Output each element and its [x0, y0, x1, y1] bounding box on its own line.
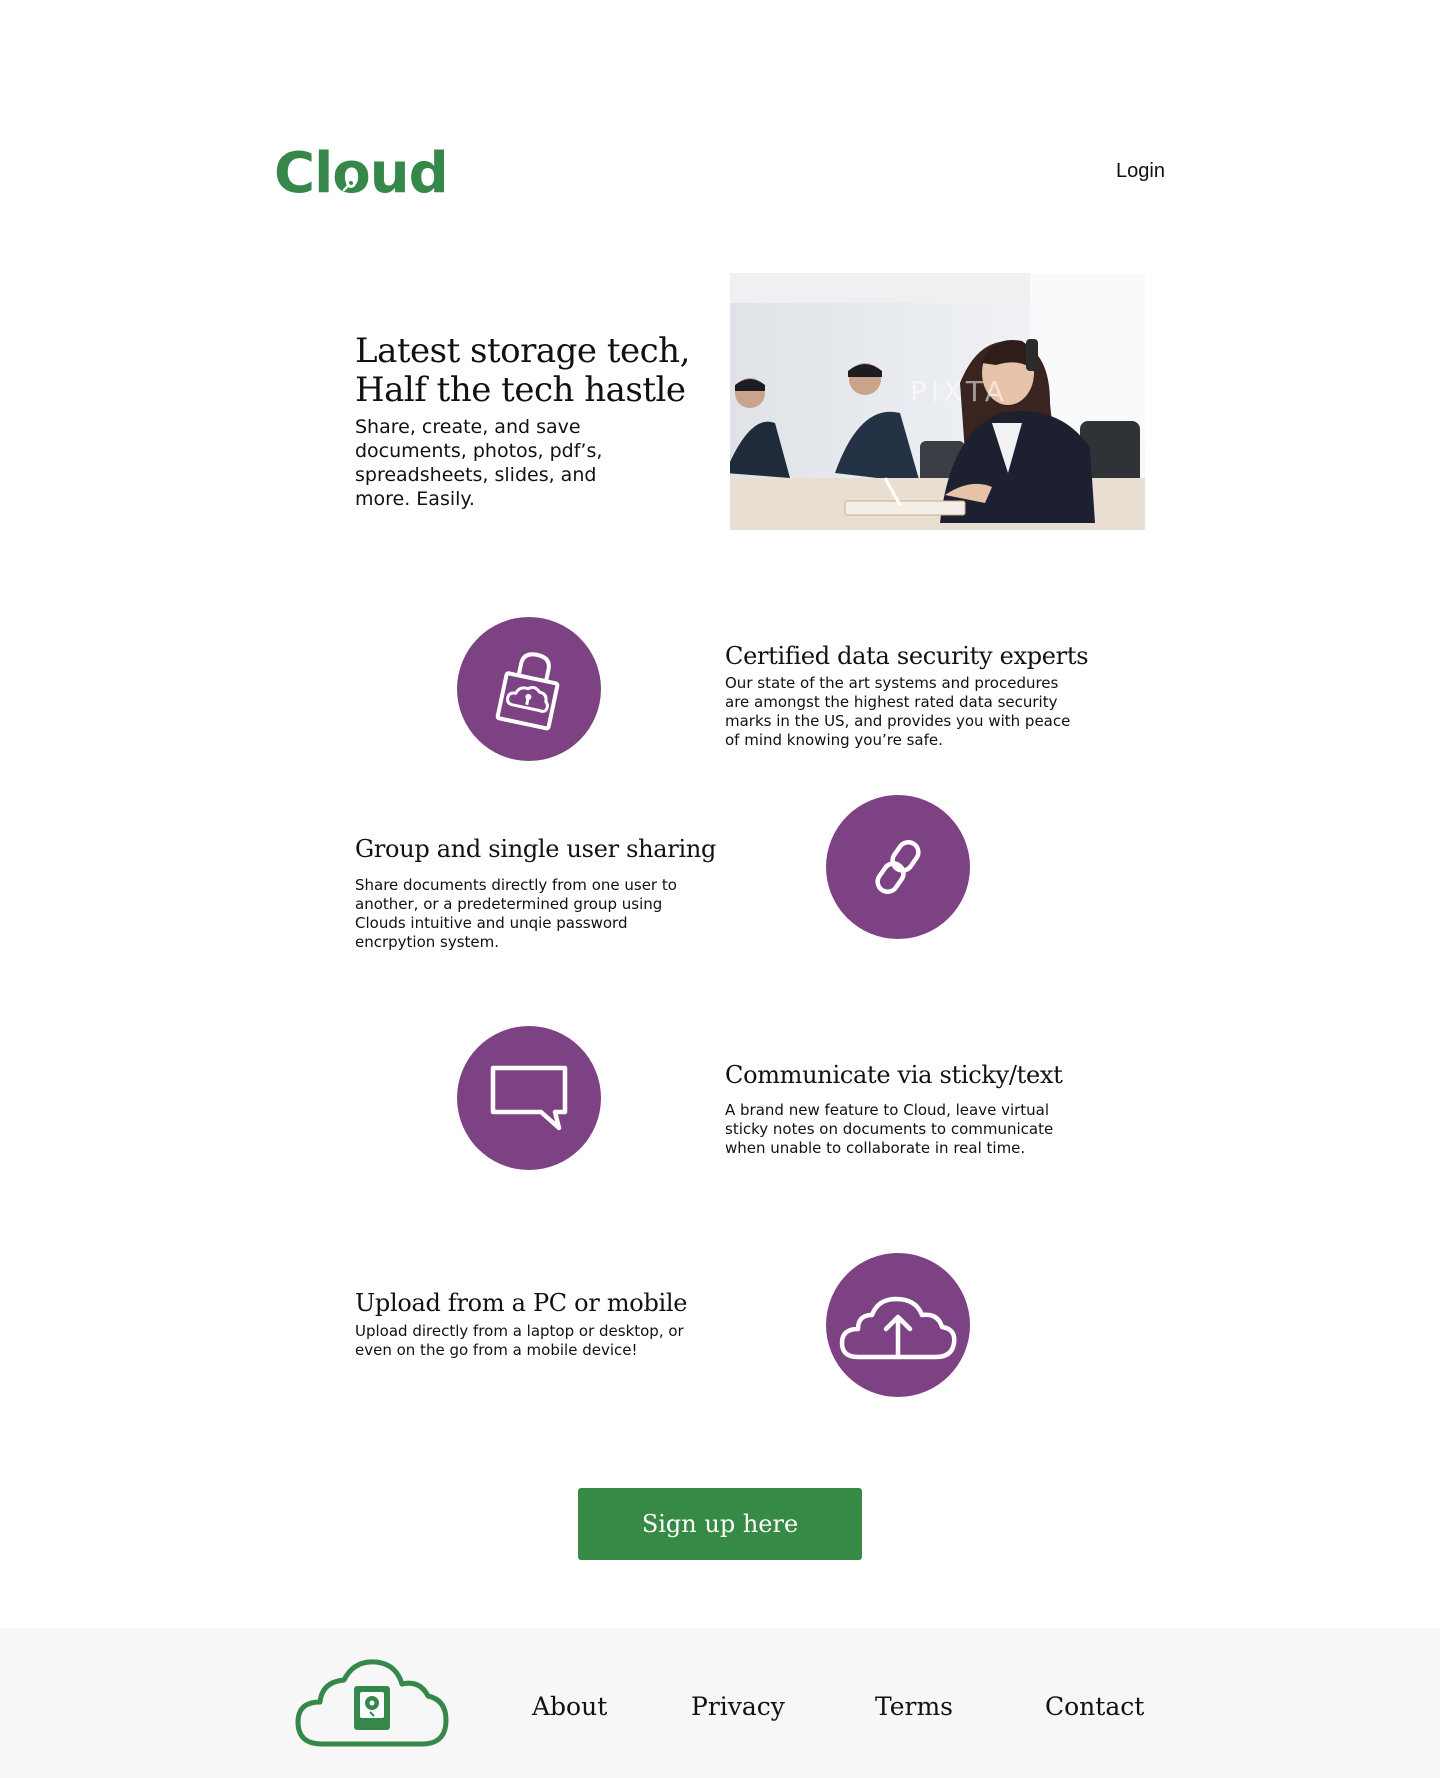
- footer-link-terms[interactable]: Terms: [875, 1692, 953, 1721]
- hero-subtitle: Share, create, and save documents, photo…: [355, 416, 603, 510]
- security-feature-text: Our state of the art systems and procedu…: [725, 674, 1071, 749]
- communicate-feature-title: Communicate via sticky/text: [725, 1061, 1063, 1089]
- photo-watermark: PIXTA: [910, 375, 1008, 408]
- hero-title-line-1: Latest storage tech,: [355, 331, 690, 371]
- upload-feature-icon-circle: [826, 1253, 970, 1397]
- footer-cloud-logo-icon[interactable]: [292, 1656, 452, 1752]
- cloud-logo[interactable]: Clo ud: [274, 141, 449, 206]
- sharing-feature-text: Share documents directly from one user t…: [355, 876, 677, 951]
- footer-link-privacy[interactable]: Privacy: [691, 1692, 785, 1721]
- office-meeting-illustration: PIXTA: [730, 273, 1145, 530]
- upload-feature-title: Upload from a PC or mobile: [355, 1289, 688, 1317]
- communicate-feature-text: A brand new feature to Cloud, leave virt…: [725, 1101, 1054, 1157]
- hero-photo: PIXTA: [730, 273, 1145, 530]
- sharing-feature-title: Group and single user sharing: [355, 835, 717, 863]
- communicate-feature-icon-circle: [457, 1026, 601, 1170]
- signup-button[interactable]: Sign up here: [578, 1488, 862, 1560]
- login-link[interactable]: Login: [1116, 160, 1165, 183]
- upload-feature-text: Upload directly from a laptop or desktop…: [355, 1322, 684, 1359]
- hero-title: Latest storage tech, Half the tech hastl…: [355, 332, 695, 410]
- footer: About Privacy Terms Contact: [0, 1628, 1440, 1778]
- footer-link-about[interactable]: About: [532, 1692, 607, 1721]
- logo-letter-o: o: [332, 141, 370, 206]
- key-icon: [343, 178, 357, 192]
- logo-text-end: ud: [369, 141, 449, 206]
- sharing-feature-icon-circle: [826, 795, 970, 939]
- security-feature-title: Certified data security experts: [725, 642, 1089, 670]
- chat-bubble-icon: [490, 1065, 568, 1131]
- link-icon: [875, 840, 921, 894]
- logo-text-start: Cl: [274, 141, 333, 206]
- lock-cloud-icon: [495, 652, 560, 731]
- security-feature-icon-circle: [457, 617, 601, 761]
- cloud-upload-icon: [839, 1296, 957, 1360]
- footer-link-contact[interactable]: Contact: [1045, 1692, 1144, 1721]
- hero-title-line-2: Half the tech hastle: [355, 370, 686, 410]
